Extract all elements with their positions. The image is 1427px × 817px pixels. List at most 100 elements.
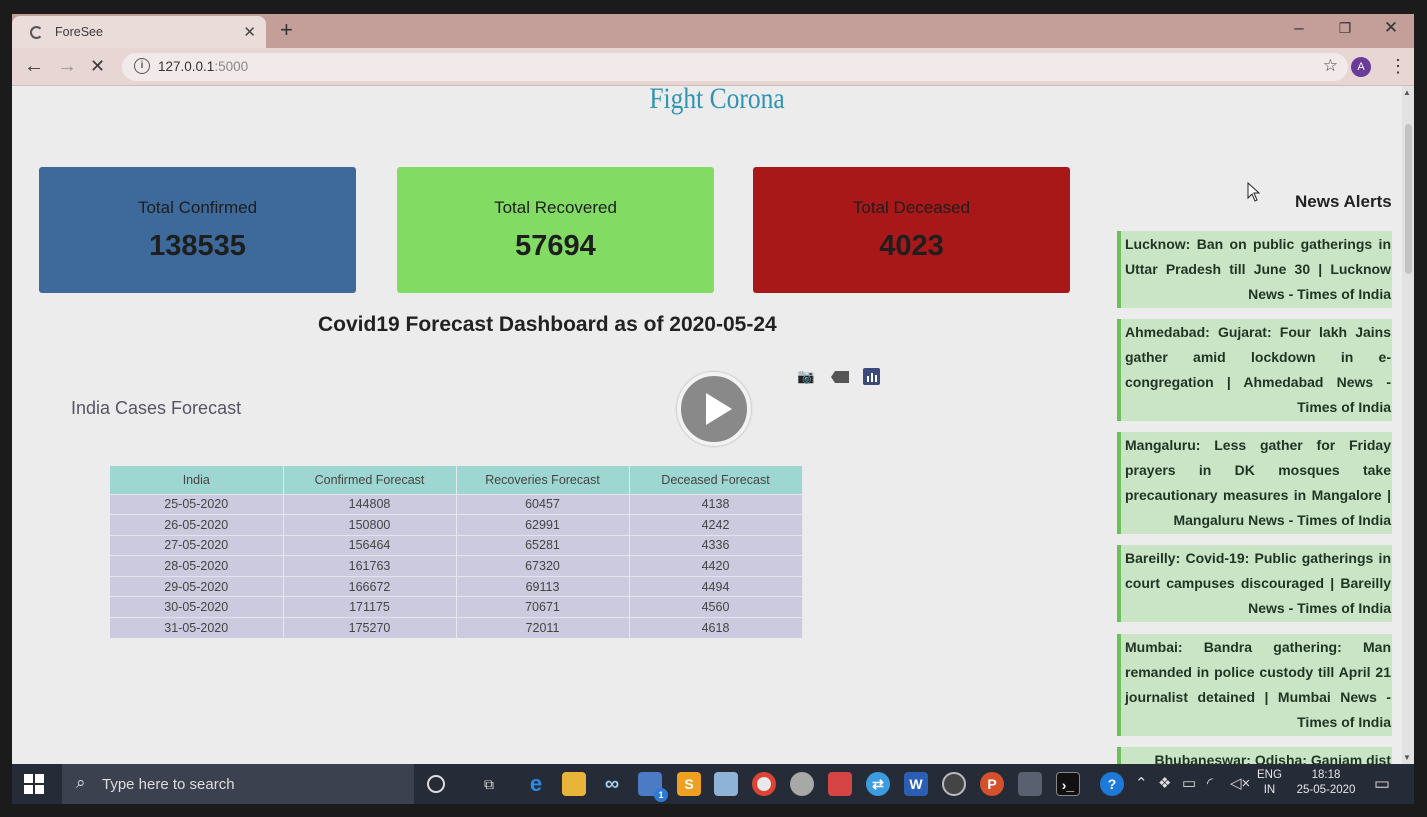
chrome-icon[interactable] [752, 772, 776, 796]
table-cell: 27-05-2020 [110, 534, 284, 556]
table-cell: 28-05-2020 [110, 555, 284, 577]
table-cell: 70671 [456, 596, 630, 618]
table-cell: 30-05-2020 [110, 596, 284, 618]
back-button[interactable]: ← [24, 55, 44, 78]
mouse-cursor-icon [1247, 181, 1261, 207]
table-cell: 150800 [283, 514, 457, 536]
stat-label: Total Deceased [852, 198, 971, 217]
close-window-button[interactable]: ✕ [1368, 18, 1414, 38]
camera-icon[interactable]: 📷 [797, 368, 814, 385]
task-view-icon[interactable]: ⧉ [477, 772, 501, 796]
news-item[interactable]: Mangaluru: Less gather for Friday prayer… [1117, 432, 1392, 534]
dashboard-title: Covid19 Forecast Dashboard as of 2020-05… [318, 313, 777, 336]
clock-date: 25-05-2020 [1296, 784, 1356, 796]
notifications-icon[interactable]: ▭ [1374, 774, 1390, 794]
stat-value: 57694 [515, 230, 596, 262]
column-header: Recoveries Forecast [456, 466, 630, 494]
table-cell: 4336 [629, 534, 803, 556]
table-cell: 4242 [629, 514, 803, 536]
language-code: ENG [1257, 769, 1282, 781]
close-tab-icon[interactable]: ✕ [243, 23, 256, 41]
scroll-up-arrow-icon[interactable]: ▲ [1403, 88, 1411, 97]
battery-icon[interactable]: ▭ [1182, 774, 1196, 792]
stop-loading-button[interactable]: ✕ [90, 56, 105, 77]
plotly-logo-icon[interactable] [863, 368, 880, 388]
browser-menu-icon[interactable]: ⋮ [1389, 56, 1407, 77]
table-cell: 60457 [456, 493, 630, 515]
edge-icon[interactable]: e [524, 772, 548, 796]
total-confirmed-card: Total Confirmed 138535 [39, 167, 356, 293]
news-item[interactable]: Lucknow: Ban on public gatherings in Utt… [1117, 231, 1392, 308]
navigation-bar: ← → ✕ i 127.0.0.1:5000 ☆ A ⋮ [12, 48, 1414, 86]
notepad-icon[interactable] [714, 772, 738, 796]
column-header: India [110, 466, 284, 494]
word-icon[interactable]: W [904, 772, 928, 796]
news-item[interactable]: Bhubaneswar: Odisha: Ganjam dist [1117, 747, 1392, 764]
loading-spinner-icon [30, 25, 43, 39]
image-viewer-icon[interactable] [1018, 772, 1042, 796]
page-scrollbar[interactable]: ▲ ▼ [1402, 86, 1414, 764]
mail-badge: 1 [654, 788, 668, 802]
news-item[interactable]: Bareilly: Covid-19: Public gatherings in… [1117, 545, 1392, 622]
forward-button[interactable]: → [57, 55, 77, 78]
browser-tab[interactable]: ForeSee ✕ [12, 16, 266, 48]
infinity-app-icon[interactable]: ∞ [600, 772, 624, 796]
obs-icon[interactable] [942, 772, 966, 796]
table-row: 28-05-2020 161763 67320 4420 [110, 555, 803, 577]
cortana-icon[interactable] [427, 775, 445, 793]
bookmark-star-icon[interactable]: ☆ [1323, 56, 1338, 76]
table-cell: 4494 [629, 575, 803, 597]
table-cell: 72011 [456, 617, 630, 639]
wifi-icon[interactable]: ◜ [1207, 774, 1213, 792]
table-cell: 161763 [283, 555, 457, 577]
column-header: Deceased Forecast [629, 466, 803, 494]
play-video-button[interactable] [677, 372, 751, 446]
table-cell: 4138 [629, 493, 803, 515]
table-cell: 25-05-2020 [110, 493, 284, 515]
mail-icon[interactable]: 1 [638, 772, 668, 802]
help-icon[interactable]: ? [1100, 772, 1124, 796]
minimize-button[interactable]: – [1276, 18, 1322, 38]
dropbox-icon[interactable]: ❖ [1158, 774, 1171, 792]
tag-icon[interactable] [831, 370, 849, 386]
total-deceased-card: Total Deceased 4023 [753, 167, 1070, 293]
browser-window: ForeSee ✕ + – ❐ ✕ ← → ✕ i 127.0.0.1:5000… [12, 14, 1414, 764]
stat-label: Total Confirmed [137, 198, 258, 217]
table-cell: 166672 [283, 575, 457, 597]
table-cell: 31-05-2020 [110, 617, 284, 639]
wps-office-icon[interactable] [828, 772, 852, 796]
chevron-up-icon[interactable]: ⌃ [1135, 774, 1148, 792]
news-alerts-title: News Alerts [1295, 192, 1392, 211]
forecast-table: India Confirmed Forecast Recoveries Fore… [110, 466, 803, 639]
language-indicator[interactable]: ENG IN [1257, 769, 1282, 796]
stat-value: 138535 [149, 230, 246, 262]
terminal-icon[interactable]: ›_ [1056, 772, 1080, 796]
scroll-down-arrow-icon[interactable]: ▼ [1403, 753, 1411, 762]
volume-muted-icon[interactable]: ◁× [1230, 774, 1250, 792]
new-tab-button[interactable]: + [280, 17, 293, 43]
table-cell: 4420 [629, 555, 803, 577]
restore-button[interactable]: ❐ [1322, 20, 1368, 37]
table-cell: 4618 [629, 617, 803, 639]
file-explorer-icon[interactable] [562, 772, 586, 796]
powerpoint-icon[interactable]: P [980, 772, 1004, 796]
scrollbar-thumb[interactable] [1405, 124, 1412, 274]
table-cell: 4560 [629, 596, 803, 618]
news-item[interactable]: Ahmedabad: Gujarat: Four lakh Jains gath… [1117, 319, 1392, 421]
url-text: 127.0.0.1:5000 [158, 59, 249, 74]
table-cell: 67320 [456, 555, 630, 577]
windows-start-icon[interactable] [24, 774, 44, 794]
teamviewer-icon[interactable]: ⇄ [866, 772, 890, 796]
clock[interactable]: 18:18 25-05-2020 [1293, 769, 1359, 796]
profile-avatar[interactable]: A [1351, 57, 1371, 77]
table-header-row: India Confirmed Forecast Recoveries Fore… [110, 466, 803, 494]
site-info-icon[interactable]: i [134, 58, 150, 74]
sublime-text-icon[interactable]: S [677, 772, 701, 796]
news-item[interactable]: Mumbai: Bandra gathering: Man remanded i… [1117, 634, 1392, 736]
snipping-tool-icon[interactable] [790, 772, 814, 796]
taskbar-search-box[interactable]: ⌕ Type here to search [62, 764, 414, 804]
address-bar[interactable]: i 127.0.0.1:5000 ☆ [122, 53, 1348, 81]
table-row: 29-05-2020 166672 69113 4494 [110, 575, 803, 597]
table-cell: 62991 [456, 514, 630, 536]
table-row: 31-05-2020 175270 72011 4618 [110, 617, 803, 639]
